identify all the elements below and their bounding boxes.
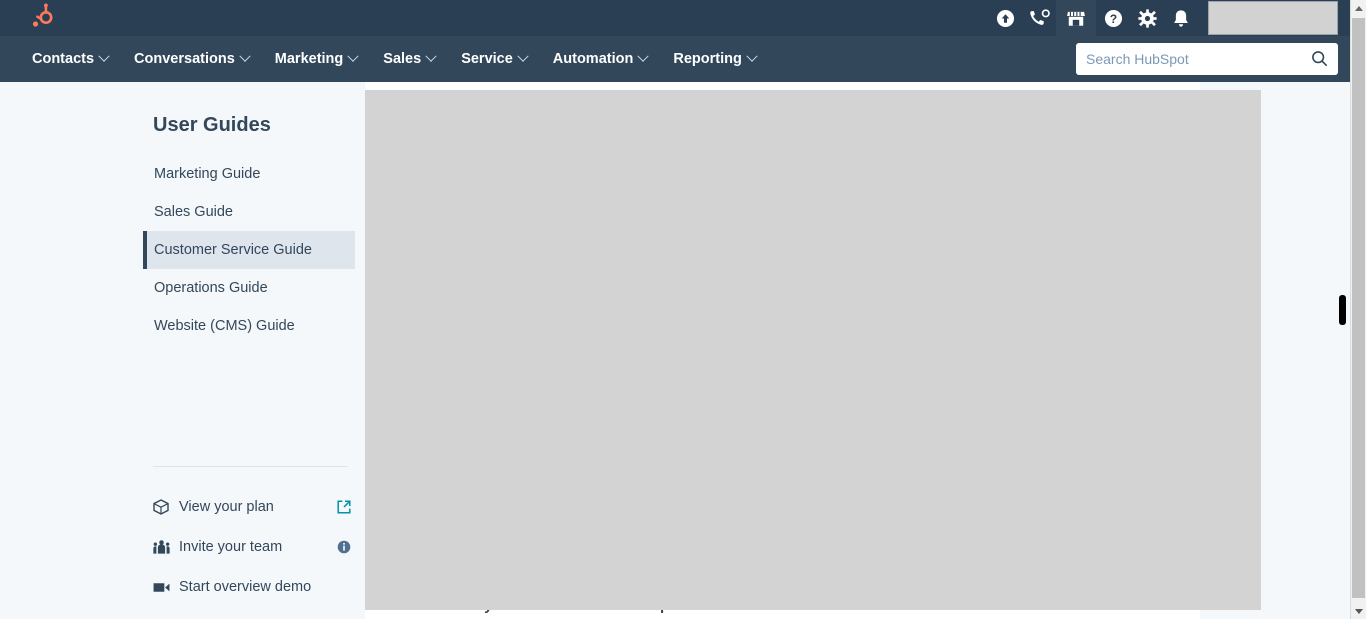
chevron-down-icon [98,50,110,62]
external-link-icon[interactable] [333,500,355,514]
settings-icon[interactable] [1130,0,1164,36]
invite-your-team-label: Invite your team [179,539,283,555]
sidebar-item-label: Website (CMS) Guide [154,318,295,334]
calling-icon[interactable] [1022,0,1056,36]
hubspot-sprocket-logo [27,3,53,34]
view-your-plan-link[interactable]: View your plan [153,487,355,527]
start-overview-demo-link[interactable]: Start overview demo [153,567,355,607]
view-your-plan-label: View your plan [179,499,274,515]
invite-your-team-link[interactable]: Invite your team [153,527,355,567]
user-guides-sidebar: User Guides Marketing Guide Sales Guide … [143,82,355,619]
sidebar-footer-links: View your plan Invite your team Start ov… [153,487,355,607]
sidebar-item-customer-service-guide[interactable]: Customer Service Guide [143,231,355,269]
nav-item-reporting[interactable]: Reporting [673,50,758,67]
nav-item-conversations[interactable]: Conversations [134,50,251,67]
sidebar-item-sales-guide[interactable]: Sales Guide [143,193,355,231]
chevron-down-icon [347,50,359,62]
nav-item-list: Contacts Conversations Marketing Sales S… [0,50,758,67]
hubspot-logo-link[interactable] [0,0,80,36]
sidebar-divider [153,466,348,467]
sidebar-item-marketing-guide[interactable]: Marketing Guide [143,155,355,193]
text-cursor [1339,295,1346,325]
people-icon [153,539,179,555]
chevron-down-icon [1354,608,1363,614]
nav-label-contacts: Contacts [32,51,95,67]
page-title: User Guides [153,114,271,136]
svg-text:?: ? [1109,11,1116,25]
main-navigation-bar: Contacts Conversations Marketing Sales S… [0,36,1350,82]
info-icon[interactable] [333,540,355,554]
nav-item-sales[interactable]: Sales [383,50,437,67]
start-overview-demo-label: Start overview demo [179,579,312,595]
nav-search-area [756,43,1350,75]
nav-label-marketing: Marketing [274,51,344,67]
nav-label-sales: Sales [383,51,422,67]
chevron-up-icon [1354,5,1363,11]
search-icon[interactable] [1311,50,1328,72]
nav-label-service: Service [461,51,513,67]
nav-item-contacts[interactable]: Contacts [32,50,110,67]
nav-label-conversations: Conversations [134,51,235,67]
chevron-down-icon [425,50,437,62]
nav-item-automation[interactable]: Automation [552,50,650,67]
nav-label-automation: Automation [552,51,634,67]
page-body: User Guides Marketing Guide Sales Guide … [0,82,1350,619]
page-scrollbar[interactable] [1350,0,1366,619]
search-input[interactable] [1086,51,1306,67]
global-search-box[interactable] [1076,43,1338,75]
guide-list: Marketing Guide Sales Guide Customer Ser… [143,155,355,345]
sidebar-item-website-cms-guide[interactable]: Website (CMS) Guide [143,307,355,345]
sidebar-item-label: Operations Guide [154,280,268,296]
sidebar-item-label: Customer Service Guide [154,242,312,258]
upgrade-icon[interactable] [988,0,1022,36]
scrollbar-down-button[interactable] [1351,603,1366,619]
hubspot-app-window: ? Contacts Conversations Marketing Sales… [0,0,1366,619]
marketplace-icon[interactable] [1056,0,1096,36]
top-icon-group: ? [988,0,1350,36]
video-icon [153,581,179,594]
nav-label-reporting: Reporting [673,51,742,67]
chevron-down-icon [637,50,650,62]
content-loading-overlay [365,90,1261,610]
scrollbar-up-button[interactable] [1351,0,1366,16]
notifications-icon[interactable] [1164,0,1198,36]
chevron-down-icon [517,50,529,62]
account-placeholder-box[interactable] [1208,1,1338,35]
guide-content-area: › Connect your team email to HubSpot [365,82,1261,619]
nav-item-marketing[interactable]: Marketing [274,50,359,67]
sidebar-item-operations-guide[interactable]: Operations Guide [143,269,355,307]
chevron-down-icon [239,50,251,62]
scrollbar-thumb[interactable] [1352,18,1365,598]
nav-item-service[interactable]: Service [461,50,529,67]
top-utility-bar: ? [0,0,1350,36]
help-icon[interactable]: ? [1096,0,1130,36]
sidebar-item-label: Marketing Guide [154,166,261,182]
box-icon [153,499,179,515]
sidebar-item-label: Sales Guide [154,204,233,220]
